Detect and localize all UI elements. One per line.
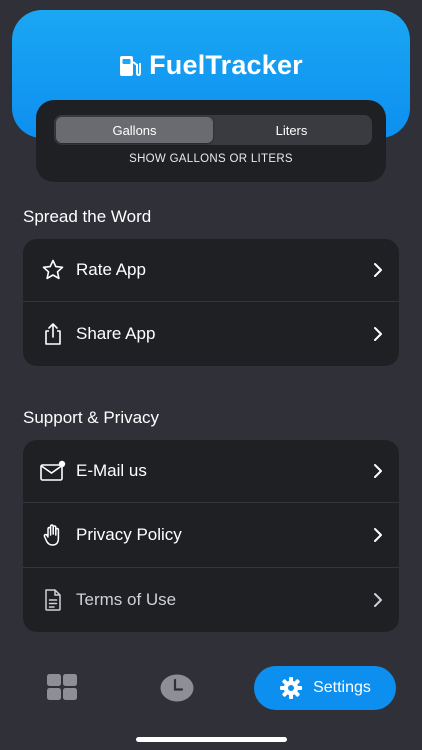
section-title-support: Support & Privacy <box>23 408 160 427</box>
unit-settings-card: Gallons Liters SHOW GALLONS OR LITERS <box>36 100 386 182</box>
document-icon <box>40 587 66 613</box>
terms-of-use-row[interactable]: Terms of Use <box>23 567 399 632</box>
segment-liters[interactable]: Liters <box>213 117 370 143</box>
tab-bar: Settings <box>0 664 422 714</box>
chevron-right-icon <box>374 327 382 341</box>
rate-app-label: Rate App <box>76 260 146 279</box>
chevron-right-icon <box>374 593 382 607</box>
email-label: E-Mail us <box>76 461 147 480</box>
chevron-right-icon <box>374 464 382 478</box>
chevron-right-icon <box>374 528 382 542</box>
rate-app-row[interactable]: Rate App <box>23 239 399 301</box>
gear-icon <box>280 677 303 699</box>
home-indicator <box>136 737 287 742</box>
brand-name-part2: Tracker <box>205 50 303 80</box>
settings-tab-label: Settings <box>313 679 371 696</box>
chevron-right-icon <box>374 263 382 277</box>
privacy-policy-label: Privacy Policy <box>76 525 182 544</box>
spread-group: Rate App Share App <box>23 239 399 366</box>
hand-icon <box>40 522 66 548</box>
grid-icon[interactable] <box>46 674 78 702</box>
mail-icon <box>40 458 66 484</box>
clock-icon[interactable] <box>160 674 194 702</box>
section-title-spread: Spread the Word <box>23 207 152 226</box>
segment-gallons[interactable]: Gallons <box>56 117 213 143</box>
terms-of-use-label: Terms of Use <box>76 590 177 609</box>
star-icon <box>40 257 66 283</box>
share-app-row[interactable]: Share App <box>23 301 399 366</box>
privacy-policy-row[interactable]: Privacy Policy <box>23 502 399 567</box>
brand-name-part1: Fuel <box>149 50 206 80</box>
unit-segmented-control: Gallons Liters <box>54 115 372 145</box>
app-title: Fuel Tracker <box>12 50 410 81</box>
email-row[interactable]: E-Mail us <box>23 440 399 502</box>
share-app-label: Share App <box>76 324 156 343</box>
tab-settings[interactable]: Settings <box>254 666 396 710</box>
fuel-pump-icon <box>120 55 142 76</box>
unit-caption: SHOW GALLONS OR LITERS <box>129 153 293 165</box>
share-icon <box>40 321 66 347</box>
support-group: E-Mail us Privacy Policy Terms of Use <box>23 440 399 632</box>
